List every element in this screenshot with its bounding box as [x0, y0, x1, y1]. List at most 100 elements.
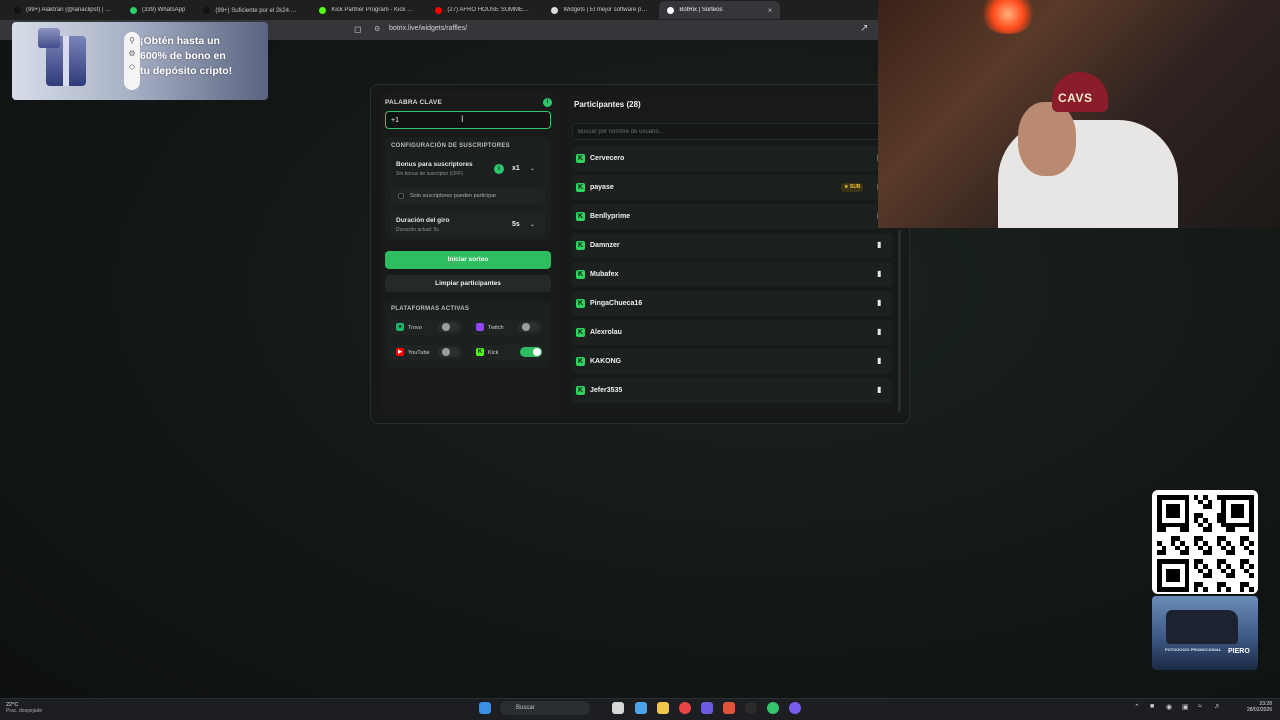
wifi-icon[interactable]: ≈ [1198, 703, 1202, 710]
participant-name: PingaChueca16 [590, 300, 643, 307]
chevron-down-icon: ⌄ [529, 166, 535, 172]
trash-icon[interactable]: ▮ [877, 385, 881, 394]
tray-app2-icon[interactable]: ◉ [1166, 703, 1172, 711]
tab-favicon-icon [551, 6, 559, 14]
browser-tab[interactable]: BotRix | Sorteos × [659, 1, 781, 19]
participant-row: K Jefer3535 ▮ [572, 378, 892, 403]
participant-row: K PingaChueca16 ▮ [572, 291, 892, 316]
kick-icon: K [576, 357, 585, 366]
clear-participants-button[interactable]: Limpiar participantes [385, 275, 551, 292]
trash-icon[interactable]: ▮ [877, 240, 881, 249]
participant-name: Damnzer [590, 242, 620, 249]
crypto-bonus-ad[interactable]: ⚲ ⚙ ◇ ¡Obtén hasta un 600% de bono en tu… [12, 22, 268, 100]
subscriber-bonus-info-icon[interactable]: i [494, 164, 504, 174]
participants-scrollbar[interactable] [898, 230, 901, 412]
qr-module [1184, 550, 1190, 555]
trash-icon[interactable]: ▮ [877, 269, 881, 278]
windows-start-icon[interactable] [479, 702, 491, 714]
browser-tab[interactable]: Kick Partner Program - Kick Dashboard [311, 1, 425, 19]
trash-icon[interactable]: ▮ [877, 327, 881, 336]
browser-tab[interactable]: (99+) Suficiente por el 2k24 😎 #fivem [195, 1, 309, 19]
participant-name: Benllyprime [590, 213, 631, 220]
kick-icon: K [576, 328, 585, 337]
subscriber-bonus-title: Bonus para suscriptores [396, 161, 473, 168]
bookmark-icon[interactable]: ◻ [354, 24, 361, 35]
url-text[interactable]: botrix.live/widgets/raffles/ [389, 25, 467, 32]
teams-icon[interactable] [701, 702, 713, 714]
start-raffle-button[interactable]: Iniciar sorteo [385, 251, 551, 269]
spin-duration-title: Duración del giro [396, 217, 450, 224]
chrome-icon[interactable] [745, 702, 757, 714]
qr-module [1249, 587, 1254, 592]
subscriber-bonus-select[interactable]: x1 ⌄ [512, 165, 535, 172]
qr-module [1249, 573, 1254, 578]
platform-youtube-toggle[interactable] [438, 347, 460, 357]
green-app-icon[interactable] [767, 702, 779, 714]
active-platforms-title: PLATAFORMAS ACTIVAS [391, 306, 470, 312]
platform-trovo-toggle[interactable] [438, 322, 460, 332]
qr-module [1230, 573, 1236, 578]
spin-duration-select[interactable]: 5s ⌄ [512, 221, 535, 228]
task-view-icon[interactable] [612, 702, 624, 714]
trash-icon[interactable]: ▮ [877, 356, 881, 365]
participant-search-input[interactable] [572, 123, 882, 140]
platform-kick-label: Kick [488, 350, 499, 356]
keyword-input[interactable] [385, 111, 551, 129]
qr-module [1207, 550, 1213, 555]
browser-tab[interactable]: (339) WhatsApp [122, 1, 193, 19]
browser-tab[interactable]: Widgets | El mejor software para po [543, 1, 657, 19]
qr-module [1161, 550, 1167, 555]
qr-module [1249, 550, 1254, 555]
kick-icon: K [576, 386, 585, 395]
car-icon [1166, 610, 1238, 644]
share-icon[interactable]: ↗ [860, 23, 868, 34]
qr-module [1216, 587, 1222, 592]
tray-app3-icon[interactable]: ▣ [1182, 703, 1189, 711]
file-explorer-icon[interactable] [657, 702, 669, 714]
qr-module [1161, 527, 1167, 532]
edge-icon[interactable] [635, 702, 647, 714]
tray-chevron-icon[interactable]: ⌃ [1134, 703, 1140, 711]
weather-widget[interactable]: 22°C Prac. despejado [6, 702, 86, 714]
participant-row: K Alexrolau ▮ [572, 320, 892, 345]
participant-row: KBenllyprime▮ [572, 204, 892, 229]
kick-icon: K [576, 183, 585, 192]
platform-twitch-label: Twitch [488, 325, 504, 331]
qr-module [1207, 573, 1213, 578]
subscriber-bonus-value: x1 [512, 165, 520, 172]
brave-icon[interactable] [723, 702, 735, 714]
ad-text: ¡Obtén hasta un 600% de bono en tu depós… [140, 34, 232, 79]
site-info-icon[interactable]: ⚙ [374, 25, 380, 33]
qr-module [1239, 513, 1245, 518]
qr-module [1175, 513, 1180, 518]
tab-label: (339) WhatsApp [142, 7, 186, 13]
platform-kick-toggle[interactable] [520, 347, 542, 357]
neon-light [980, 0, 1036, 34]
volume-icon[interactable]: ♬ [1214, 703, 1221, 710]
trash-icon[interactable]: ▮ [877, 298, 881, 307]
kick-icon: K [576, 154, 585, 163]
webcam-overlay: CAVS [878, 0, 1280, 228]
tab-label: (99+) Suficiente por el 2k24 😎 #fivem [215, 7, 301, 14]
app-icon[interactable] [679, 702, 691, 714]
taskbar-search[interactable]: Buscar [500, 701, 590, 715]
tray-app-icon[interactable]: ■ [1150, 703, 1154, 710]
platform-twitch-toggle[interactable] [518, 322, 540, 332]
tab-favicon-icon [203, 6, 211, 14]
close-tab-icon[interactable]: × [768, 6, 773, 15]
taskbar-clock[interactable]: 23:28 28/02/2026 [1236, 701, 1272, 713]
qr-module [1226, 587, 1231, 592]
browser-tab[interactable]: (27) AFRO HOUSE SUMMER MIX [427, 1, 541, 19]
text-cursor-icon: I [461, 114, 464, 124]
car-promo-caption-right: PIERO [1228, 648, 1250, 655]
info-icon[interactable]: i [543, 98, 552, 107]
participant-name: Mubafex [590, 271, 619, 278]
spin-duration-value: 5s [512, 221, 520, 228]
qr-module [1249, 541, 1254, 546]
discord-icon[interactable] [789, 702, 801, 714]
browser-tab[interactable]: (99+) Alaktran (@lanaclipst) | TikTok [6, 1, 120, 19]
ad-line-1: ¡Obtén hasta un [140, 35, 220, 47]
participants-list: K Cervecero ▮ Kpayase ★ SUB ▮ K Benllyprime ▮ K Da… [572, 146, 892, 414]
only-subscribers-checkbox[interactable] [398, 193, 404, 199]
car-promo-image: POTOGOCIO PROMOCIONAL PIERO [1152, 596, 1258, 670]
